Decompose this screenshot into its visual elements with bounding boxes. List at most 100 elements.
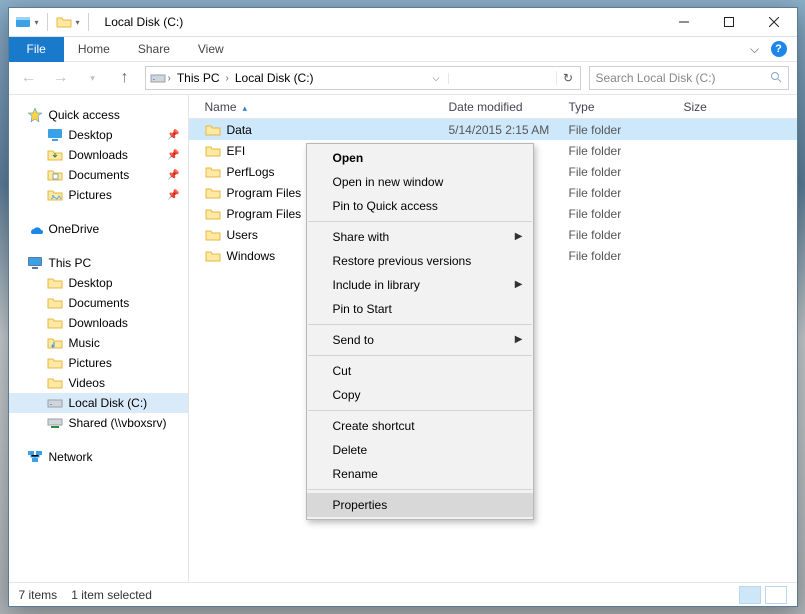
address-bar[interactable]: › This PC › Local Disk (C:) ⌵ ↻: [145, 66, 581, 90]
context-menu-item[interactable]: Rename: [307, 462, 533, 486]
view-icons-button[interactable]: [765, 586, 787, 604]
context-menu-item[interactable]: Properties: [307, 493, 533, 517]
nav-pictures[interactable]: Pictures📌: [9, 185, 188, 205]
addr-dropdown-icon[interactable]: ⌵: [425, 73, 449, 84]
folder-icon: [205, 185, 221, 201]
nav-label: Documents: [69, 168, 130, 182]
forward-button[interactable]: →: [49, 66, 73, 90]
file-row[interactable]: Data5/14/2015 2:15 AMFile folder: [189, 119, 797, 140]
this-pc-icon: [27, 255, 43, 271]
context-menu-item[interactable]: Copy: [307, 383, 533, 407]
nav-label: Downloads: [69, 148, 128, 162]
context-menu-item[interactable]: Open: [307, 146, 533, 170]
file-type: File folder: [569, 123, 684, 137]
close-button[interactable]: [752, 8, 797, 36]
maximize-button[interactable]: [707, 8, 752, 36]
context-menu-item[interactable]: Include in library▶: [307, 273, 533, 297]
view-details-button[interactable]: [739, 586, 761, 604]
nav-pc-desktop[interactable]: Desktop: [9, 273, 188, 293]
tab-home[interactable]: Home: [64, 42, 124, 56]
tab-view[interactable]: View: [184, 42, 238, 56]
nav-pc-documents[interactable]: Documents: [9, 293, 188, 313]
quick-access-icon: [27, 107, 43, 123]
nav-this-pc[interactable]: This PC: [9, 253, 188, 273]
context-menu-item[interactable]: Cut: [307, 359, 533, 383]
nav-label: Desktop: [69, 128, 113, 142]
search-icon: [770, 71, 782, 86]
desktop-icon: [47, 275, 63, 291]
file-name: Program Files: [227, 207, 302, 221]
file-name: Data: [227, 123, 252, 137]
nav-desktop[interactable]: Desktop📌: [9, 125, 188, 145]
nav-label: Videos: [69, 376, 105, 390]
column-size[interactable]: Size: [684, 100, 797, 114]
network-drive-icon: [47, 415, 63, 431]
context-menu-item[interactable]: Share with▶: [307, 225, 533, 249]
context-menu-item[interactable]: Create shortcut: [307, 414, 533, 438]
up-button[interactable]: ↑: [113, 66, 137, 90]
context-menu-item[interactable]: Restore previous versions: [307, 249, 533, 273]
file-name: Windows: [227, 249, 276, 263]
back-button[interactable]: ←: [17, 66, 41, 90]
folder-icon: [205, 206, 221, 222]
context-menu-item[interactable]: Open in new window: [307, 170, 533, 194]
folder-icon: [205, 248, 221, 264]
nav-pc-local-disk[interactable]: Local Disk (C:): [9, 393, 188, 413]
pictures-icon: [47, 355, 63, 371]
nav-onedrive[interactable]: OneDrive: [9, 219, 188, 239]
context-menu-item[interactable]: Pin to Quick access: [307, 194, 533, 218]
file-type: File folder: [569, 165, 684, 179]
quick-access-toolbar: ▾ ▾: [9, 13, 93, 31]
nav-quick-access[interactable]: Quick access: [9, 105, 188, 125]
context-menu-item[interactable]: Pin to Start: [307, 297, 533, 321]
nav-pc-downloads[interactable]: Downloads: [9, 313, 188, 333]
crumb-this-pc[interactable]: This PC: [173, 71, 224, 85]
explorer-window: ▾ ▾ Local Disk (C:) File Home Share View…: [8, 7, 798, 607]
pin-icon: 📌: [167, 190, 179, 201]
menu-separator: [308, 410, 532, 411]
menu-separator: [308, 489, 532, 490]
folder-icon: [205, 122, 221, 138]
file-name: Program Files: [227, 186, 302, 200]
status-selection: 1 item selected: [71, 588, 152, 602]
file-tab[interactable]: File: [9, 37, 64, 62]
documents-icon: [47, 295, 63, 311]
nav-downloads[interactable]: Downloads📌: [9, 145, 188, 165]
crumb-current[interactable]: Local Disk (C:): [231, 71, 318, 85]
help-icon[interactable]: ?: [771, 41, 787, 57]
nav-pc-music[interactable]: Music: [9, 333, 188, 353]
title-bar: ▾ ▾ Local Disk (C:): [9, 8, 797, 37]
nav-pc-pictures[interactable]: Pictures: [9, 353, 188, 373]
nav-pc-videos[interactable]: Videos: [9, 373, 188, 393]
minimize-button[interactable]: [662, 8, 707, 36]
nav-documents[interactable]: Documents📌: [9, 165, 188, 185]
refresh-icon[interactable]: ↻: [556, 71, 580, 85]
drive-icon: [150, 70, 166, 86]
nav-pc-shared[interactable]: Shared (\\vboxsrv): [9, 413, 188, 433]
nav-network[interactable]: Network: [9, 447, 188, 467]
folder-open-icon[interactable]: [56, 14, 72, 30]
address-bar-row: ← → ▾ ↑ › This PC › Local Disk (C:) ⌵ ↻ …: [9, 62, 797, 95]
file-type: File folder: [569, 249, 684, 263]
context-menu-item[interactable]: Delete: [307, 438, 533, 462]
context-menu-item[interactable]: Send to▶: [307, 328, 533, 352]
column-name[interactable]: Name▴: [189, 100, 449, 114]
explorer-icon: [15, 14, 31, 30]
pictures-icon: [47, 187, 63, 203]
nav-label: Documents: [69, 296, 130, 310]
column-date[interactable]: Date modified: [449, 100, 569, 114]
nav-label: This PC: [49, 256, 92, 270]
search-input[interactable]: Search Local Disk (C:): [589, 66, 789, 90]
qat-dropdown2-icon[interactable]: ▾: [76, 18, 80, 27]
column-type[interactable]: Type: [569, 100, 684, 114]
file-type: File folder: [569, 228, 684, 242]
drive-icon: [47, 395, 63, 411]
recent-locations-button[interactable]: ▾: [81, 66, 105, 90]
file-type: File folder: [569, 186, 684, 200]
search-placeholder: Search Local Disk (C:): [596, 71, 716, 85]
chevron-right-icon: ▶: [515, 225, 523, 249]
tab-share[interactable]: Share: [124, 42, 184, 56]
file-name: EFI: [227, 144, 246, 158]
qat-dropdown-icon[interactable]: ▾: [35, 18, 39, 27]
ribbon-collapse-icon[interactable]: ⌵: [743, 42, 767, 57]
